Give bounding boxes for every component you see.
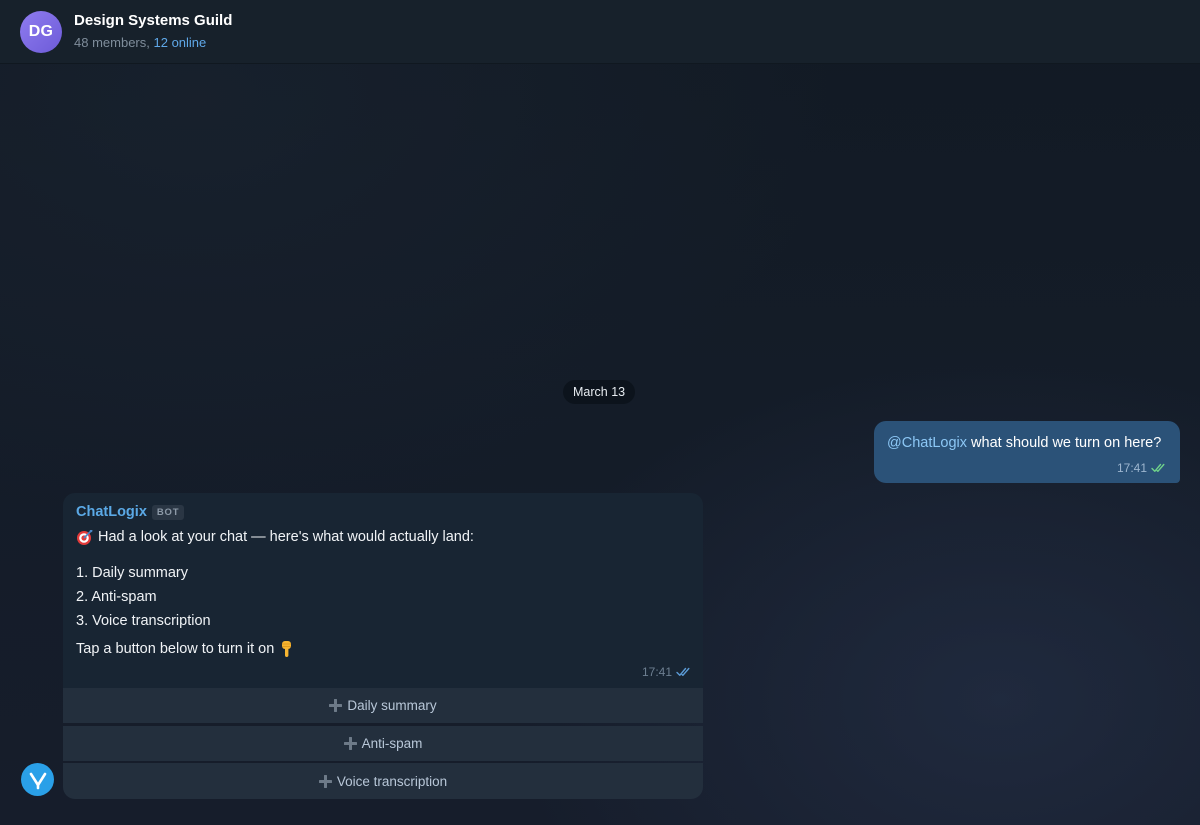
member-count: 48 members, bbox=[74, 35, 150, 50]
double-check-icon bbox=[676, 667, 692, 677]
bot-cta-text: Tap a button below to turn it on bbox=[76, 641, 275, 657]
outgoing-message-text: @ChatLogix what should we turn on here? bbox=[887, 433, 1167, 453]
pointing-down-emoji bbox=[279, 640, 295, 658]
list-item: 3. Voice transcription bbox=[76, 613, 211, 629]
bot-intro-line: Had a look at your chat — here's what wo… bbox=[76, 527, 690, 547]
recommendation-list: 1. Daily summary 2. Anti-spam 3. Voice t… bbox=[76, 561, 690, 633]
bot-intro-text: Had a look at your chat — here's what wo… bbox=[98, 529, 474, 545]
outgoing-message-meta: 17:41 bbox=[1117, 461, 1167, 475]
bot-message[interactable]: ChatLogix BOT Had a look at your chat — … bbox=[63, 493, 703, 688]
inline-button-daily-summary[interactable]: Daily summary bbox=[63, 688, 703, 723]
list-item: 2. Anti-spam bbox=[76, 589, 157, 605]
plus-icon bbox=[318, 774, 332, 788]
outgoing-message[interactable]: @ChatLogix what should we turn on here? … bbox=[874, 421, 1180, 483]
bot-cta-line: Tap a button below to turn it on bbox=[76, 639, 690, 659]
bot-badge: BOT bbox=[151, 504, 185, 520]
inline-button-label: Anti-spam bbox=[361, 736, 423, 751]
target-dart-emoji bbox=[76, 528, 94, 546]
sender-row: ChatLogix BOT bbox=[76, 503, 690, 521]
online-count: 12 online bbox=[153, 35, 207, 50]
inline-button-voice-transcription[interactable]: Voice transcription bbox=[63, 763, 703, 799]
inline-button-label: Daily summary bbox=[347, 698, 437, 713]
group-avatar[interactable]: DG bbox=[20, 10, 62, 53]
chat-header[interactable]: DG Design Systems Guild 48 members, 12 o… bbox=[0, 0, 1200, 64]
plus-icon bbox=[343, 737, 357, 750]
list-item: 1. Daily summary bbox=[76, 565, 188, 581]
chat-subtitle: 48 members, 12 online bbox=[74, 34, 232, 52]
double-check-icon bbox=[1151, 463, 1167, 473]
inline-button-anti-spam[interactable]: Anti-spam bbox=[63, 726, 703, 761]
bot-logo-icon bbox=[29, 772, 46, 789]
sender-name[interactable]: ChatLogix bbox=[76, 504, 147, 520]
outgoing-message-body: what should we turn on here? bbox=[971, 435, 1162, 451]
inline-button-label: Voice transcription bbox=[336, 773, 448, 789]
bot-avatar[interactable] bbox=[21, 763, 54, 796]
message-time: 17:41 bbox=[1116, 461, 1147, 475]
plus-icon bbox=[329, 699, 343, 712]
chat-window: DG Design Systems Guild 48 members, 12 o… bbox=[0, 0, 1200, 825]
chat-title: Design Systems Guild bbox=[74, 12, 233, 29]
date-divider: March 13 bbox=[563, 380, 636, 404]
chat-header-info: Design Systems Guild 48 members, 12 onli… bbox=[74, 11, 232, 52]
mention-link[interactable]: @ChatLogix bbox=[887, 435, 967, 451]
bot-message-meta: 17:41 bbox=[642, 665, 692, 679]
message-time: 17:41 bbox=[641, 665, 672, 679]
